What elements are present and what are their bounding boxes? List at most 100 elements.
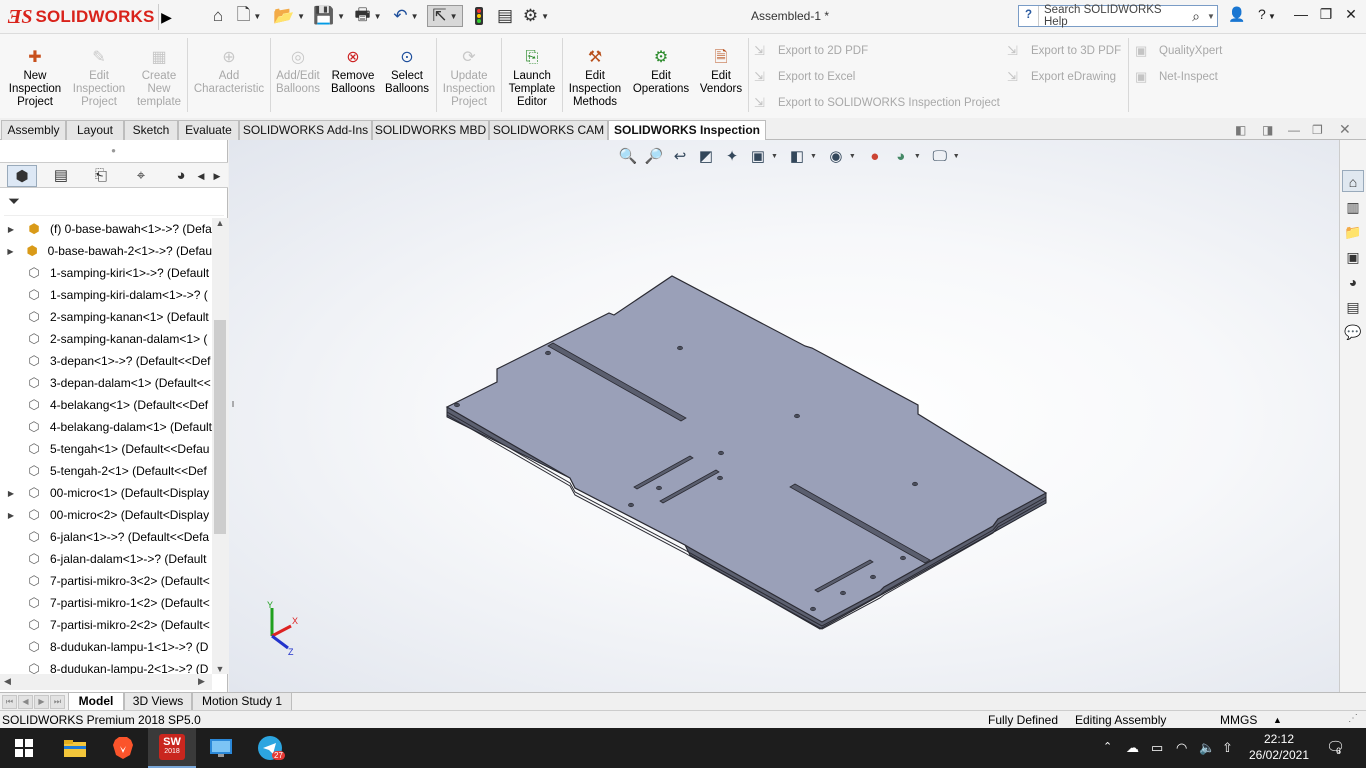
scroll-down-icon[interactable]: ▼ <box>212 664 228 674</box>
tab-scroll-left-icon[interactable]: ◀ <box>194 165 208 187</box>
tree-item[interactable]: ⬡ 8-dudukan-lampu-2<1>->? (D <box>0 658 212 674</box>
tile-right-icon[interactable]: ◨ <box>1262 123 1273 137</box>
start-button[interactable] <box>0 728 48 768</box>
tab-mbd[interactable]: SOLIDWORKS MBD <box>372 120 489 140</box>
last-tab-icon[interactable]: ⏭ <box>50 695 65 709</box>
property-manager-tab-icon[interactable]: ▤ <box>46 165 76 187</box>
filter-icon[interactable]: ⏷ <box>4 190 224 216</box>
tree-item[interactable]: ⬡ 3-depan<1>->? (Default<<Def <box>0 350 212 372</box>
tree-item[interactable]: ⬡ 2-samping-kanan-dalam<1> ( <box>0 328 212 350</box>
search-help-input[interactable]: ? Search SOLIDWORKS Help ⌕ ▼ <box>1018 4 1218 28</box>
tree-item[interactable]: ⬡ 1-samping-kiri-dalam<1>->? ( <box>0 284 212 306</box>
home-icon[interactable]: ⌂ <box>207 5 229 27</box>
open-button[interactable]: 📂 ▼ <box>271 5 307 27</box>
tree-item[interactable]: ▶ ⬡ 00-micro<1> (Default<Display <box>0 482 212 504</box>
minimize-button[interactable]: — <box>1289 6 1313 26</box>
tree-item[interactable]: ⬡ 5-tengah<1> (Default<<Defau <box>0 438 212 460</box>
expand-arrow-icon[interactable]: ▶ <box>0 247 21 256</box>
feature-manager-tab-icon[interactable]: ⬢ <box>7 165 37 187</box>
tab-sketch[interactable]: Sketch <box>124 120 178 140</box>
tree-item[interactable]: ⬡ 2-samping-kanan<1> (Default <box>0 306 212 328</box>
dimxpert-tab-icon[interactable]: ⌖ <box>126 165 156 187</box>
tree-item[interactable]: ⬡ 6-jalan<1>->? (Default<<Defa <box>0 526 212 548</box>
chevron-down-icon[interactable]: ▼ <box>1207 12 1217 21</box>
edit-vendors-button[interactable]: 🗎 Edit Vendors <box>697 48 745 96</box>
update-inspection-project-button[interactable]: ⟳ Update Inspection Project <box>440 48 498 109</box>
custom-properties-icon[interactable]: ▤ <box>1342 295 1364 317</box>
taskbar-clock[interactable]: 22:12 26/02/2021 <box>1236 731 1322 763</box>
file-explorer-icon[interactable]: 📁 <box>1342 220 1364 242</box>
select-balloons-button[interactable]: ⊙ Select Balloons <box>382 48 432 96</box>
search-icon[interactable]: ⌕ <box>1185 8 1207 25</box>
qualityxpert-button[interactable]: ▣ QualityXpert <box>1135 43 1222 59</box>
doc-minimize-button[interactable]: — <box>1288 123 1300 137</box>
help-button[interactable]: ? ▼ <box>1252 6 1282 26</box>
next-tab-icon[interactable]: ▶ <box>34 695 49 709</box>
tab-scroll-right-icon[interactable]: ▶ <box>210 165 224 187</box>
doc-close-button[interactable]: ✕ <box>1339 121 1351 138</box>
assembly-model[interactable] <box>229 140 1339 692</box>
tab-layout[interactable]: Layout <box>66 120 124 140</box>
tree-item[interactable]: ▶ ⬡ 00-micro<2> (Default<Display <box>0 504 212 526</box>
scroll-right-icon[interactable]: ▶ <box>198 676 205 687</box>
tree-item[interactable]: ⬡ 7-partisi-mikro-3<2> (Default< <box>0 570 212 592</box>
tree-item[interactable]: ⬡ 4-belakang-dalam<1> (Default <box>0 416 212 438</box>
tab-motion-study[interactable]: Motion Study 1 <box>192 693 292 711</box>
file-explorer-taskbar-button[interactable] <box>51 728 99 768</box>
tree-item[interactable]: ⬡ 3-depan-dalam<1> (Default<< <box>0 372 212 394</box>
print-button[interactable]: 🖶 ▼ <box>350 5 386 27</box>
edit-inspection-methods-button[interactable]: ⚒ Edit Inspection Methods <box>565 48 625 109</box>
add-characteristic-button[interactable]: ⊕ Add Characteristic <box>191 48 267 96</box>
new-document-button[interactable]: 🗋 ▼ <box>232 5 266 27</box>
units-selector[interactable]: MMGS <box>1220 713 1257 727</box>
tree-vertical-scrollbar[interactable]: ▲ ▼ <box>212 218 228 674</box>
onedrive-cloud-icon[interactable]: ☁ <box>1126 740 1139 756</box>
wifi-icon[interactable]: ◠ <box>1176 740 1187 756</box>
export-sw-inspection-button[interactable]: ⇲ Export to SOLIDWORKS Inspection Project <box>754 95 1000 111</box>
export-2d-pdf-button[interactable]: ⇲ Export to 2D PDF <box>754 43 868 59</box>
add-edit-balloons-button[interactable]: ◎ Add/Edit Balloons <box>272 48 324 96</box>
first-tab-icon[interactable]: ⏮ <box>2 695 17 709</box>
tree-item[interactable]: ⬡ 7-partisi-mikro-1<2> (Default< <box>0 592 212 614</box>
tree-item[interactable]: ⬡ 8-dudukan-lampu-1<1>->? (D <box>0 636 212 658</box>
doc-restore-button[interactable]: ❐ <box>1312 123 1323 137</box>
solidworks-resources-icon[interactable]: ⌂ <box>1342 170 1364 192</box>
tab-inspection[interactable]: SOLIDWORKS Inspection <box>608 120 766 141</box>
tree-item[interactable]: ⬡ 5-tengah-2<1> (Default<<Def <box>0 460 212 482</box>
view-palette-icon[interactable]: ▣ <box>1342 245 1364 267</box>
tab-assembly[interactable]: Assembly <box>1 120 66 140</box>
launch-template-editor-button[interactable]: ⎘ Launch Template Editor <box>505 48 559 109</box>
tab-evaluate[interactable]: Evaluate <box>178 120 239 140</box>
close-button[interactable]: ✕ <box>1339 6 1363 26</box>
export-excel-button[interactable]: ⇲ Export to Excel <box>754 69 855 85</box>
file-properties-icon[interactable]: ▤ <box>494 5 516 27</box>
tile-left-icon[interactable]: ◧ <box>1235 123 1246 137</box>
solidworks-logo[interactable]: ƎS SOLIDWORKS <box>8 4 156 30</box>
tree-item[interactable]: ⬡ 4-belakang<1> (Default<<Def <box>0 394 212 416</box>
tree-item[interactable]: ⬡ 6-jalan-dalam<1>->? (Default <box>0 548 212 570</box>
battery-icon[interactable]: ▭ <box>1151 740 1163 756</box>
remote-desktop-taskbar-button[interactable] <box>197 728 245 768</box>
export-edrawing-button[interactable]: ⇲ Export eDrawing <box>1007 69 1116 85</box>
prev-tab-icon[interactable]: ◀ <box>18 695 33 709</box>
scroll-up-icon[interactable]: ▲ <box>212 218 228 228</box>
undo-button[interactable]: ↶ ▼ <box>388 5 424 27</box>
menu-expand-icon[interactable]: ▶ <box>158 4 174 30</box>
volume-icon[interactable]: 🔈 <box>1199 740 1215 756</box>
telegram-taskbar-button[interactable]: 27 <box>246 728 294 768</box>
panel-grip[interactable]: ● <box>0 140 227 162</box>
tab-3d-views[interactable]: 3D Views <box>124 693 192 711</box>
scroll-thumb[interactable] <box>214 320 226 534</box>
tree-horizontal-scrollbar[interactable]: ◀ ▶ <box>0 674 212 690</box>
units-caret-icon[interactable]: ▲ <box>1273 715 1282 725</box>
upload-cloud-icon[interactable]: ⇧ <box>1222 740 1233 756</box>
tree-item[interactable]: ⬡ 1-samping-kiri<1>->? (Default <box>0 262 212 284</box>
tree-item[interactable]: ⬡ 7-partisi-mikro-2<2> (Default< <box>0 614 212 636</box>
expand-arrow-icon[interactable]: ▶ <box>0 489 22 498</box>
configuration-manager-tab-icon[interactable]: ⎗ <box>86 165 116 187</box>
remove-balloons-button[interactable]: ⊗ Remove Balloons <box>328 48 378 96</box>
export-3d-pdf-button[interactable]: ⇲ Export to 3D PDF <box>1007 43 1121 59</box>
tree-item[interactable]: ▶ ⬢ 0-base-bawah-2<1>->? (Defau <box>0 240 212 262</box>
edit-inspection-project-button[interactable]: ✎ Edit Inspection Project <box>70 48 128 109</box>
restore-button[interactable]: ❐ <box>1314 6 1338 26</box>
